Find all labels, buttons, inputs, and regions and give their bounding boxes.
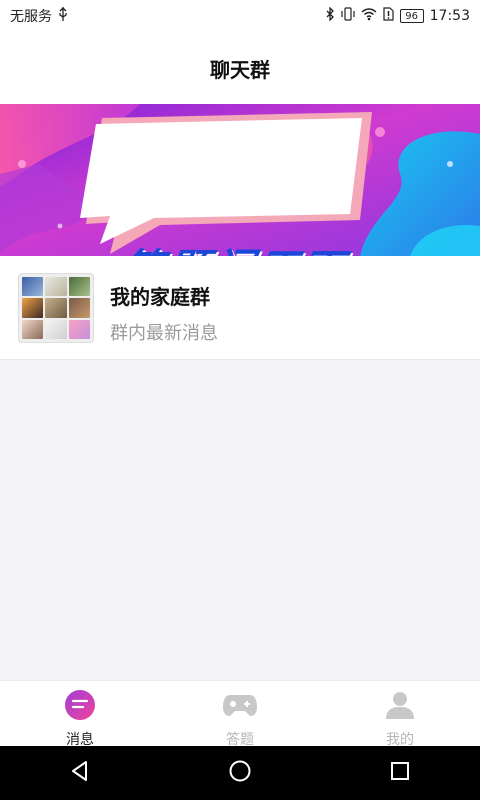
bottom-tab-bar: 消息 答题 我的 bbox=[0, 680, 480, 748]
empty-content-area bbox=[0, 360, 480, 680]
back-icon[interactable] bbox=[68, 759, 92, 787]
chat-name: 我的家庭群 bbox=[110, 285, 210, 309]
usb-icon bbox=[58, 7, 68, 25]
status-bar: 无服务 96 17:53 bbox=[0, 0, 480, 32]
sim-alert-icon bbox=[383, 7, 394, 25]
bluetooth-icon bbox=[325, 6, 335, 25]
promo-banner[interactable]: 答题闯天下 bbox=[0, 104, 480, 256]
carrier-label: 无服务 bbox=[10, 9, 52, 25]
chat-list-item[interactable]: 我的家庭群 群内最新消息 bbox=[0, 256, 480, 360]
battery-icon: 96 bbox=[399, 9, 424, 23]
vibrate-icon bbox=[341, 7, 355, 25]
gamepad-icon bbox=[222, 689, 258, 725]
tab-messages[interactable]: 消息 bbox=[0, 681, 160, 748]
app-header: 聊天群 bbox=[0, 32, 480, 104]
home-icon[interactable] bbox=[228, 759, 252, 787]
tab-profile[interactable]: 我的 bbox=[320, 681, 480, 748]
message-icon bbox=[64, 689, 96, 725]
wifi-icon bbox=[361, 7, 377, 25]
profile-icon bbox=[384, 689, 416, 725]
recent-apps-icon[interactable] bbox=[388, 759, 412, 787]
banner-artwork bbox=[0, 104, 480, 256]
chat-preview: 群内最新消息 bbox=[110, 323, 218, 344]
page-title: 聊天群 bbox=[210, 57, 270, 82]
tab-quiz[interactable]: 答题 bbox=[160, 681, 320, 748]
banner-title: 答题闯天下 bbox=[103, 236, 364, 256]
system-nav-bar bbox=[0, 746, 480, 800]
clock-label: 17:53 bbox=[429, 8, 470, 24]
group-avatar bbox=[18, 273, 94, 343]
